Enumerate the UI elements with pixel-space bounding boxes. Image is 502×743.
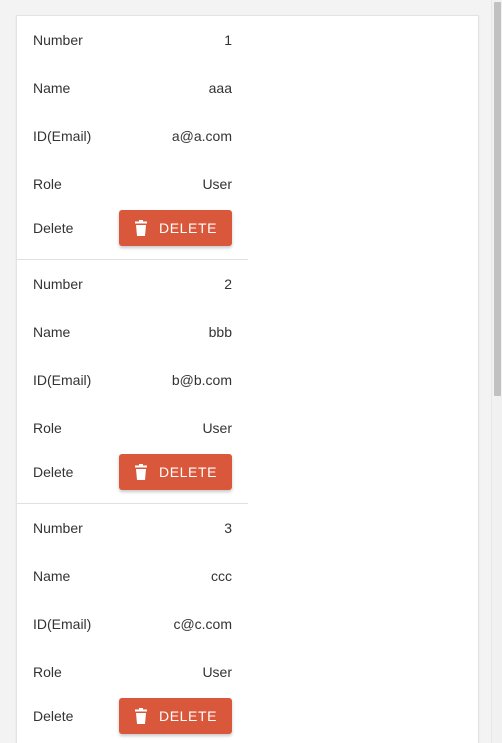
number-row: Number 1	[17, 16, 248, 64]
delete-button-label: DELETE	[159, 464, 218, 480]
role-label: Role	[33, 176, 62, 192]
email-value: b@b.com	[171, 372, 232, 388]
number-value: 1	[224, 32, 232, 48]
vertical-scrollbar[interactable]	[491, 0, 502, 743]
email-value: a@a.com	[171, 128, 232, 144]
role-row: Role User	[17, 404, 248, 452]
role-row: Role User	[17, 648, 248, 696]
delete-button[interactable]: DELETE	[119, 210, 232, 246]
name-value: aaa	[208, 80, 232, 96]
delete-button[interactable]: DELETE	[119, 698, 232, 734]
page-viewport: Number 1 Name aaa ID(Email) a@a.com Role…	[0, 0, 491, 743]
role-value: User	[202, 176, 232, 192]
number-label: Number	[33, 276, 83, 292]
delete-button-label: DELETE	[159, 708, 218, 724]
role-row: Role User	[17, 160, 248, 208]
delete-row: Delete DELETE	[17, 210, 248, 246]
trash-icon	[135, 464, 147, 480]
delete-row: Delete DELETE	[17, 698, 248, 734]
delete-button[interactable]: DELETE	[119, 454, 232, 490]
email-label: ID(Email)	[33, 128, 92, 144]
email-row: ID(Email) c@c.com	[17, 600, 248, 648]
email-row: ID(Email) b@b.com	[17, 356, 248, 404]
delete-label: Delete	[33, 220, 74, 236]
trash-icon	[135, 708, 147, 724]
email-row: ID(Email) a@a.com	[17, 112, 248, 160]
role-value: User	[202, 420, 232, 436]
name-label: Name	[33, 568, 71, 584]
user-record: Number 3 Name ccc ID(Email) c@c.com Role…	[17, 504, 248, 743]
trash-icon	[135, 220, 147, 236]
role-label: Role	[33, 420, 62, 436]
role-label: Role	[33, 664, 62, 680]
user-list-card: Number 1 Name aaa ID(Email) a@a.com Role…	[16, 15, 479, 743]
user-record: Number 2 Name bbb ID(Email) b@b.com Role…	[17, 260, 248, 504]
number-label: Number	[33, 32, 83, 48]
delete-label: Delete	[33, 708, 74, 724]
delete-label: Delete	[33, 464, 74, 480]
number-value: 3	[224, 520, 232, 536]
number-row: Number 2	[17, 260, 248, 308]
email-value: c@c.com	[173, 616, 232, 632]
name-label: Name	[33, 324, 71, 340]
number-value: 2	[224, 276, 232, 292]
name-row: Name ccc	[17, 552, 248, 600]
role-value: User	[202, 664, 232, 680]
delete-button-label: DELETE	[159, 220, 218, 236]
name-value: ccc	[211, 568, 232, 584]
number-row: Number 3	[17, 504, 248, 552]
scrollbar-thumb[interactable]	[494, 2, 501, 396]
delete-row: Delete DELETE	[17, 454, 248, 490]
name-row: Name bbb	[17, 308, 248, 356]
number-label: Number	[33, 520, 83, 536]
email-label: ID(Email)	[33, 372, 92, 388]
name-row: Name aaa	[17, 64, 248, 112]
email-label: ID(Email)	[33, 616, 92, 632]
user-records: Number 1 Name aaa ID(Email) a@a.com Role…	[17, 16, 248, 743]
name-label: Name	[33, 80, 71, 96]
name-value: bbb	[208, 324, 232, 340]
user-record: Number 1 Name aaa ID(Email) a@a.com Role…	[17, 16, 248, 260]
